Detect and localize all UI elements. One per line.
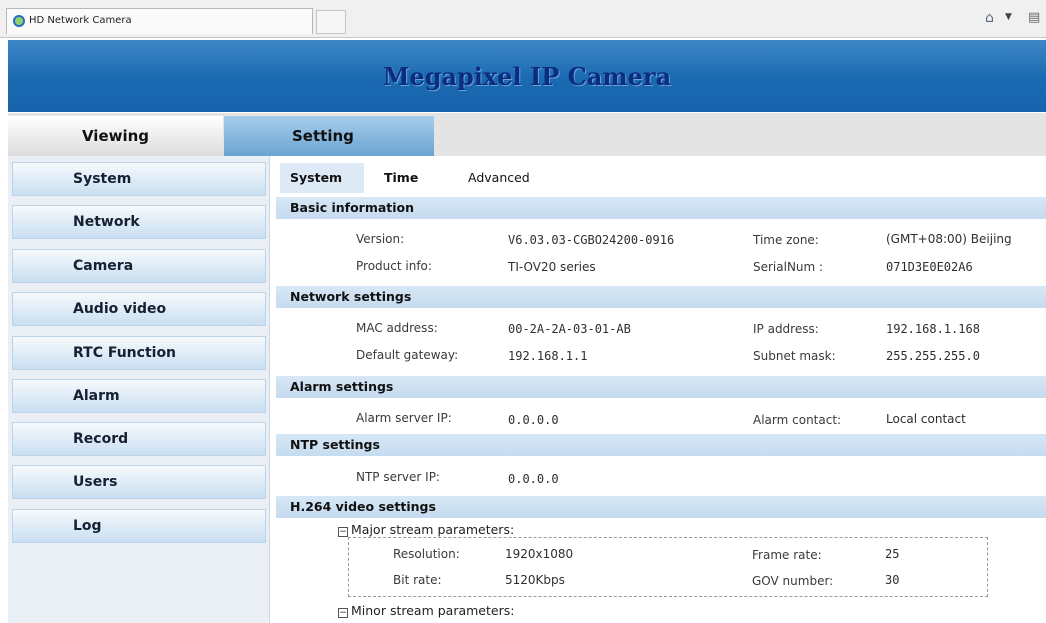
version-label: Version: [356, 232, 405, 246]
collapse-icon[interactable]: − [338, 527, 348, 537]
timezone-label: Time zone: [753, 233, 819, 247]
sidebar-item-alarm[interactable]: Alarm [12, 379, 266, 413]
timezone-value: (GMT+08:00) Beijing [886, 232, 1012, 246]
sidebar-item-camera[interactable]: Camera [12, 249, 266, 283]
ntp-server-label: NTP server IP: [356, 470, 440, 484]
major-stream-title: Major stream parameters: [351, 522, 515, 537]
subtab-advanced[interactable]: Advanced [468, 163, 530, 193]
browser-tab-bar: HD Network Camera ⌂ ▼ ▤ [0, 0, 1046, 38]
sidebar-item-network[interactable]: Network [12, 205, 266, 239]
section-basic-info: Basic information [276, 197, 1046, 219]
mac-address-label: MAC address: [356, 321, 438, 335]
tab-setting[interactable]: Setting [224, 116, 434, 156]
ip-address-value: 192.168.1.168 [886, 322, 980, 336]
browser-tab-title: HD Network Camera [29, 15, 132, 26]
tab-viewing[interactable]: Viewing [8, 116, 223, 156]
alarm-contact-label: Alarm contact: [753, 413, 842, 427]
frame-rate-value: 25 [885, 547, 900, 561]
sidebar-item-audio-video[interactable]: Audio video [12, 292, 266, 326]
top-nav: Viewing Setting [8, 113, 1046, 156]
app-title: Megapixel IP Camera [382, 62, 672, 91]
minor-stream-header[interactable]: − Minor stream parameters: [338, 603, 514, 618]
browser-icon [13, 15, 25, 27]
minor-stream-title: Minor stream parameters: [351, 603, 515, 618]
page-icon[interactable]: ▤ [1028, 10, 1040, 25]
sidebar: System Network Camera Audio video RTC Fu… [8, 156, 270, 623]
version-value: V6.03.03-CGBO24200-0916 [508, 233, 675, 247]
subnet-mask-value: 255.255.255.0 [886, 349, 980, 363]
serial-value: 071D3E0E02A6 [886, 260, 973, 274]
product-info-label: Product info: [356, 259, 432, 273]
product-info-value: TI-OV20 series [508, 260, 596, 274]
sidebar-item-record[interactable]: Record [12, 422, 266, 456]
resolution-label: Resolution: [393, 547, 460, 561]
section-network-settings: Network settings [276, 286, 1046, 308]
major-stream-header[interactable]: − Major stream parameters: [338, 522, 514, 537]
resolution-value: 1920x1080 [505, 547, 574, 561]
frame-rate-label: Frame rate: [752, 548, 822, 562]
main-panel: System Time Advanced Basic information V… [272, 156, 1046, 623]
browser-tab[interactable]: HD Network Camera [6, 8, 313, 34]
major-stream-panel: Resolution: 1920x1080 Frame rate: 25 Bit… [348, 537, 988, 597]
section-alarm-settings: Alarm settings [276, 376, 1046, 398]
mac-address-value: 00-2A-2A-03-01-AB [508, 322, 631, 336]
subtab-bar: System Time Advanced [272, 163, 1046, 193]
subtab-system[interactable]: System [280, 163, 364, 193]
bit-rate-value: 5120Kbps [505, 573, 565, 587]
serial-label: SerialNum : [753, 260, 824, 274]
alarm-contact-value: Local contact [886, 412, 966, 426]
alarm-server-label: Alarm server IP: [356, 411, 452, 425]
ip-address-label: IP address: [753, 322, 819, 336]
gateway-value: 192.168.1.1 [508, 349, 588, 363]
sidebar-item-users[interactable]: Users [12, 465, 266, 499]
ntp-server-value: 0.0.0.0 [508, 472, 559, 486]
collapse-icon[interactable]: − [338, 608, 348, 618]
subtab-time[interactable]: Time [384, 163, 418, 193]
gateway-label: Default gateway: [356, 348, 459, 362]
new-tab-button[interactable] [316, 10, 346, 34]
bit-rate-label: Bit rate: [393, 573, 442, 587]
header-banner: Megapixel IP Camera [8, 40, 1046, 112]
gov-number-value: 30 [885, 573, 900, 587]
sidebar-item-rtc-function[interactable]: RTC Function [12, 336, 266, 370]
alarm-server-value: 0.0.0.0 [508, 413, 559, 427]
gov-number-label: GOV number: [752, 574, 834, 588]
sidebar-item-system[interactable]: System [12, 162, 266, 196]
subnet-mask-label: Subnet mask: [753, 349, 836, 363]
section-video-settings: H.264 video settings [276, 496, 1046, 518]
section-ntp-settings: NTP settings [276, 434, 1046, 456]
sidebar-item-log[interactable]: Log [12, 509, 266, 543]
home-icon[interactable]: ⌂ [985, 10, 994, 26]
chevron-down-icon[interactable]: ▼ [1005, 12, 1012, 22]
